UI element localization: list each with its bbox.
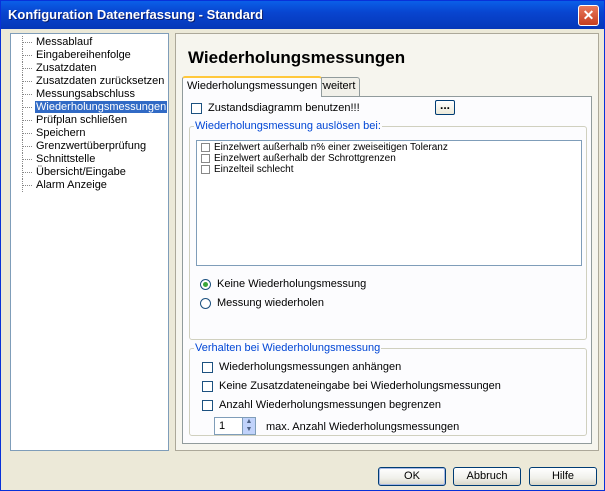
ellipsis-button[interactable]: ... xyxy=(435,99,455,115)
trigger-group-legend: Wiederholungsmessung auslösen bei: xyxy=(194,120,382,132)
anhaengen-label: Wiederholungsmessungen anhängen xyxy=(219,361,402,374)
radio-messung-wiederholen-row[interactable]: Messung wiederholen xyxy=(200,297,324,309)
tree-item-schnittstelle[interactable]: Schnittstelle xyxy=(13,153,167,166)
chevron-up-icon[interactable]: ▲ xyxy=(243,418,255,426)
anhaengen-checkbox[interactable] xyxy=(202,361,213,373)
radio-keine-wiederholung-row[interactable]: Keine Wiederholungsmessung xyxy=(200,278,366,290)
tree-item-zusatzdaten[interactable]: Zusatzdaten xyxy=(13,62,167,75)
tree-item-messablauf[interactable]: Messablauf xyxy=(13,36,167,49)
window-title: Konfiguration Datenerfassung - Standard xyxy=(8,7,263,22)
close-icon: ✕ xyxy=(582,7,595,23)
tree-item-wiederholungsmessungen[interactable]: Wiederholungsmessungen xyxy=(13,101,168,114)
stepper-arrows[interactable]: ▲ ▼ xyxy=(242,418,255,434)
max-count-stepper[interactable]: 1 ▲ ▼ xyxy=(214,417,256,435)
tree-item-pruefplan-schliessen[interactable]: Prüfplan schließen xyxy=(13,114,167,127)
title-bar[interactable]: Konfiguration Datenerfassung - Standard … xyxy=(1,1,604,29)
anhaengen-checkbox-row[interactable]: Wiederholungsmessungen anhängen xyxy=(202,361,401,373)
close-button[interactable]: ✕ xyxy=(578,5,599,26)
settings-panel: Wiederholungsmessungen Wiederholungsmess… xyxy=(175,33,599,451)
tree-item-messungsabschluss[interactable]: Messungsabschluss xyxy=(13,88,167,101)
zustandsdiagramm-checkbox-row[interactable]: Zustandsdiagramm benutzen!!! xyxy=(191,102,360,114)
tree-item-zusatzdaten-zuruecksetzen[interactable]: Zusatzdaten zurücksetzen xyxy=(13,75,167,88)
trigger-item-checkbox[interactable] xyxy=(201,153,210,163)
tab-wiederholungsmessungen[interactable]: Wiederholungsmessungen xyxy=(182,76,323,97)
tree-item-speichern[interactable]: Speichern xyxy=(13,127,167,140)
keine-zusatzdaten-label: Keine Zusatzdateneingabe bei Wiederholun… xyxy=(219,380,501,393)
trigger-item-checkbox[interactable] xyxy=(201,164,210,174)
zustandsdiagramm-checkbox[interactable] xyxy=(191,102,202,114)
trigger-checklist[interactable]: Einzelwert außerhalb n% einer zweiseitig… xyxy=(196,140,582,266)
trigger-item-schrottgrenzen[interactable]: Einzelwert außerhalb der Schrottgrenzen xyxy=(197,153,581,164)
trigger-item-checkbox[interactable] xyxy=(201,142,210,152)
tree-item-alarm-anzeige[interactable]: Alarm Anzeige xyxy=(13,179,167,192)
trigger-item-einzelteil-schlecht[interactable]: Einzelteil schlecht xyxy=(197,164,581,175)
behavior-group-legend: Verhalten bei Wiederholungsmessung xyxy=(194,342,382,354)
tree-item-grenzwertueberpruefung[interactable]: Grenzwertüberprüfung xyxy=(13,140,167,153)
tree-item-uebersicht-eingabe[interactable]: Übersicht/Eingabe xyxy=(13,166,167,179)
trigger-item-toleranz[interactable]: Einzelwert außerhalb n% einer zweiseitig… xyxy=(197,142,581,153)
tab-page: Zustandsdiagramm benutzen!!! ... Wiederh… xyxy=(182,96,592,444)
max-count-value: 1 xyxy=(219,420,226,432)
radio-keine-wiederholung[interactable] xyxy=(200,278,211,290)
keine-zusatzdaten-checkbox[interactable] xyxy=(202,380,213,392)
help-button[interactable]: Hilfe xyxy=(529,467,597,486)
begrenzen-checkbox-row[interactable]: Anzahl Wiederholungsmessungen begrenzen xyxy=(202,399,441,411)
tree-item-eingabereihenfolge[interactable]: Eingabereihenfolge xyxy=(13,49,167,62)
ok-button[interactable]: OK xyxy=(378,467,446,486)
cancel-button[interactable]: Abbruch xyxy=(453,467,521,486)
keine-zusatzdaten-checkbox-row[interactable]: Keine Zusatzdateneingabe bei Wiederholun… xyxy=(202,380,501,392)
begrenzen-label: Anzahl Wiederholungsmessungen begrenzen xyxy=(219,399,441,412)
radio-messung-wiederholen-label: Messung wiederholen xyxy=(217,297,325,310)
config-dialog: Konfiguration Datenerfassung - Standard … xyxy=(0,0,605,491)
trigger-group: Wiederholungsmessung auslösen bei: Einze… xyxy=(189,120,587,340)
behavior-group: Verhalten bei Wiederholungsmessung Wiede… xyxy=(189,342,587,436)
radio-messung-wiederholen[interactable] xyxy=(200,297,211,309)
chevron-down-icon[interactable]: ▼ xyxy=(243,426,255,434)
radio-keine-wiederholung-label: Keine Wiederholungsmessung xyxy=(217,278,367,291)
zustandsdiagramm-label: Zustandsdiagramm benutzen!!! xyxy=(208,102,360,115)
begrenzen-checkbox[interactable] xyxy=(202,399,213,411)
settings-tree[interactable]: Messablauf Eingabereihenfolge Zusatzdate… xyxy=(10,33,169,451)
page-title: Wiederholungsmessungen xyxy=(188,48,406,67)
max-count-label: max. Anzahl Wiederholungsmessungen xyxy=(266,421,460,433)
